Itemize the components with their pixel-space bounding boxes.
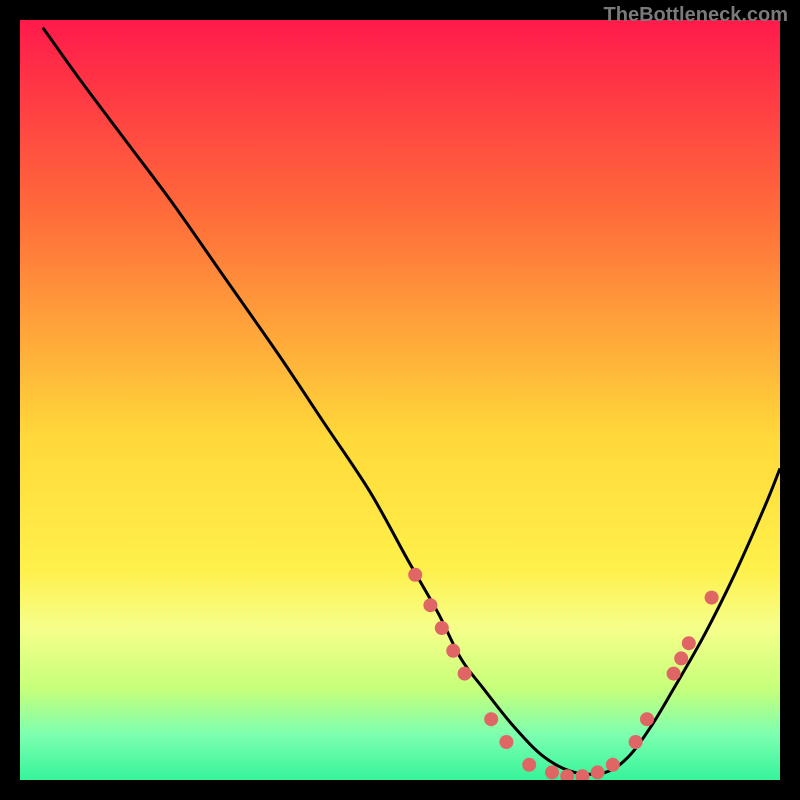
marker-point — [499, 735, 513, 749]
marker-point — [606, 758, 620, 772]
chart-svg — [20, 20, 780, 780]
chart-container: TheBottleneck.com — [0, 0, 800, 800]
marker-point — [705, 591, 719, 605]
marker-point — [682, 636, 696, 650]
marker-point — [640, 712, 654, 726]
marker-point — [423, 598, 437, 612]
marker-point — [458, 667, 472, 681]
marker-point — [591, 765, 605, 779]
gradient-background — [20, 20, 780, 780]
marker-point — [435, 621, 449, 635]
plot-area — [20, 20, 780, 780]
marker-point — [446, 644, 460, 658]
marker-point — [408, 568, 422, 582]
marker-point — [667, 667, 681, 681]
marker-point — [484, 712, 498, 726]
marker-point — [629, 735, 643, 749]
attribution-text: TheBottleneck.com — [604, 4, 788, 27]
marker-point — [545, 765, 559, 779]
marker-point — [674, 651, 688, 665]
marker-point — [522, 758, 536, 772]
